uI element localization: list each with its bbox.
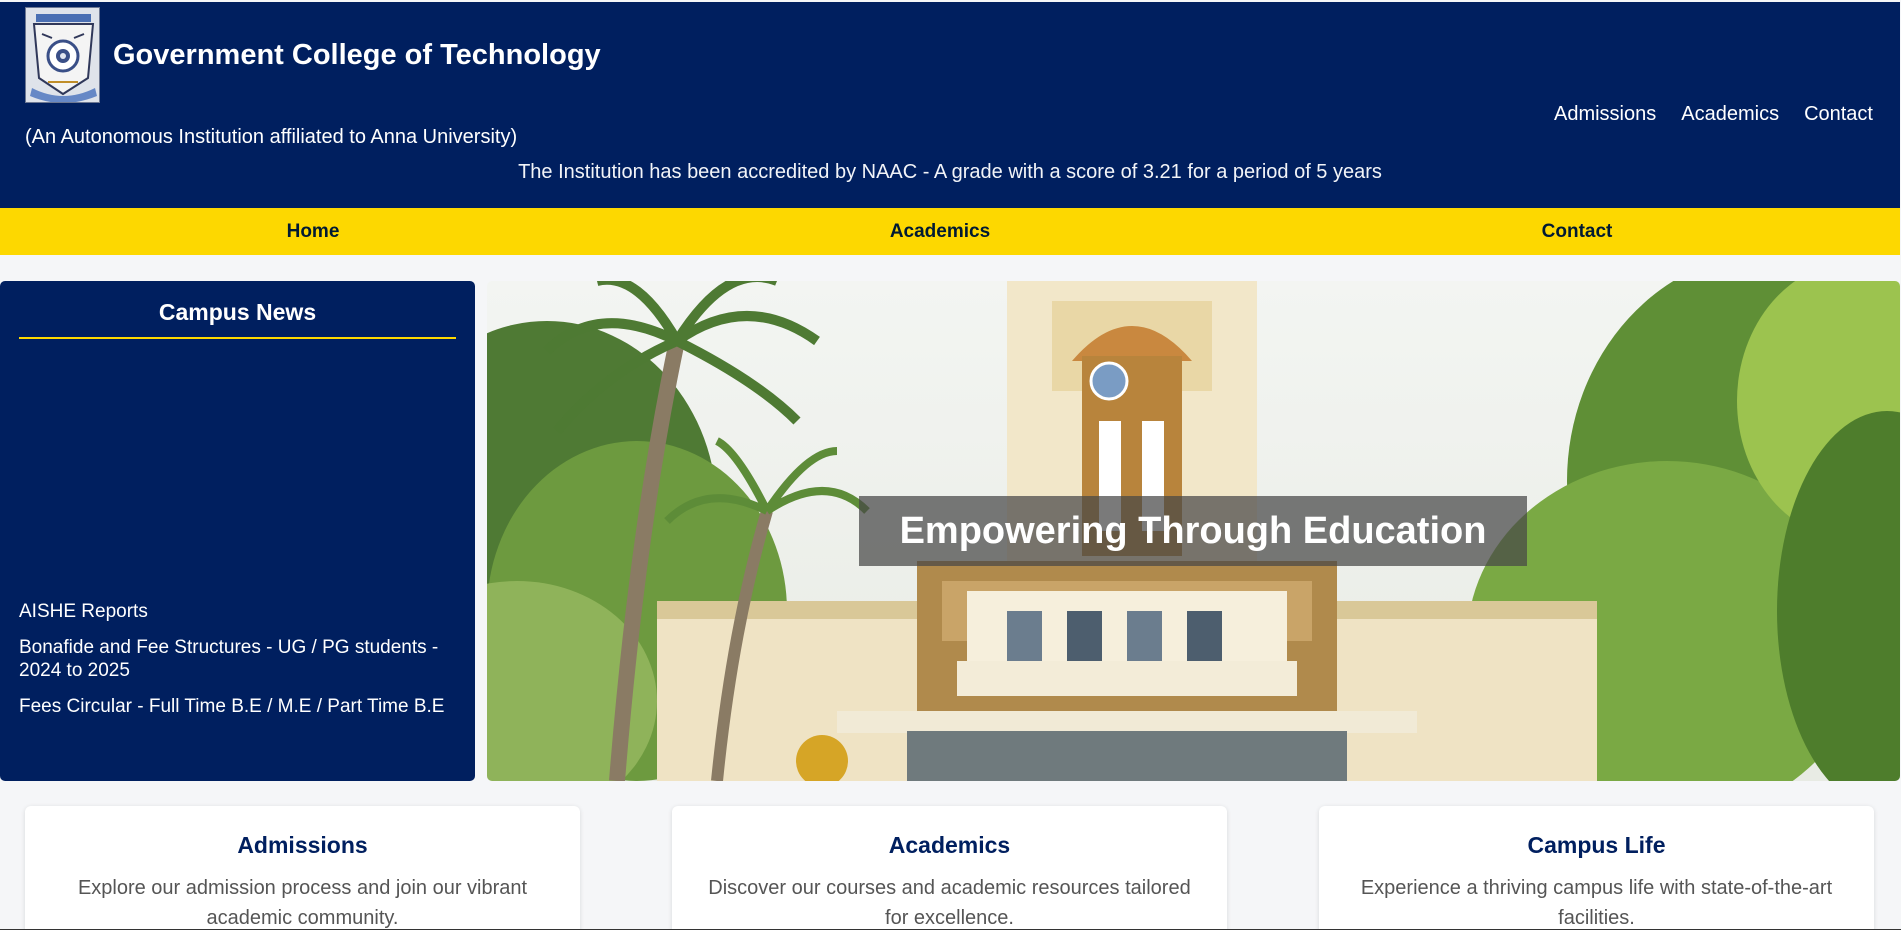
college-title: Government College of Technology — [113, 39, 601, 71]
main-navbar: Home Academics Contact — [0, 208, 1900, 255]
college-emblem-icon[interactable] — [25, 7, 100, 103]
card-admissions[interactable]: Admissions Explore our admission process… — [25, 806, 580, 930]
campus-news-title: Campus News — [19, 299, 456, 339]
nav-item-academics[interactable]: Academics — [890, 221, 990, 243]
card-campus-life[interactable]: Campus Life Experience a thriving campus… — [1319, 806, 1874, 930]
accreditation-note: The Institution has been accredited by N… — [518, 161, 1382, 183]
card-admissions-title: Admissions — [237, 832, 368, 858]
hero-caption: Empowering Through Education — [859, 496, 1527, 566]
site-header: Government College of Technology (An Aut… — [0, 2, 1900, 208]
card-academics-text: Discover our courses and academic resour… — [708, 877, 1191, 929]
hero-banner: Empowering Through Education — [487, 281, 1900, 781]
card-campus-life-text: Experience a thriving campus life with s… — [1360, 877, 1833, 929]
news-item-aishe-reports[interactable]: AISHE Reports — [19, 600, 459, 623]
header-link-admissions[interactable]: Admissions — [1554, 103, 1656, 126]
header-links: Admissions Academics Contact — [1554, 103, 1873, 126]
news-item-fees-circular[interactable]: Fees Circular - Full Time B.E / M.E / Pa… — [19, 695, 459, 718]
news-item-bonafide-fee-structures[interactable]: Bonafide and Fee Structures - UG / PG st… — [19, 636, 459, 682]
campus-news-panel: Campus News AISHE Reports Bonafide and F… — [0, 281, 475, 781]
card-academics-title: Academics — [888, 832, 1011, 858]
college-subtitle: (An Autonomous Institution affiliated to… — [25, 126, 518, 148]
header-link-contact[interactable]: Contact — [1804, 103, 1873, 126]
card-academics[interactable]: Academics Discover our courses and acade… — [672, 806, 1227, 930]
nav-item-contact[interactable]: Contact — [1542, 221, 1613, 243]
news-list: AISHE Reports Bonafide and Fee Structure… — [19, 600, 459, 731]
header-link-academics[interactable]: Academics — [1681, 103, 1779, 126]
nav-item-home[interactable]: Home — [287, 221, 340, 243]
card-admissions-text: Explore our admission process and join o… — [77, 877, 528, 929]
card-campus-life-title: Campus Life — [1527, 832, 1666, 858]
